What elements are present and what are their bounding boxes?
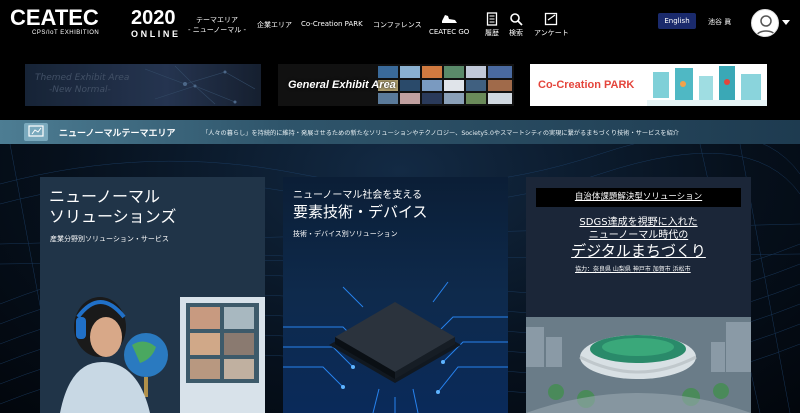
search-icon (510, 13, 523, 26)
nav-cocreation-park[interactable]: Co-Creation PARK (301, 20, 363, 28)
nav-ceatec-go[interactable]: CEATEC GO (429, 12, 469, 36)
nav-history[interactable]: 履歴 (485, 12, 499, 38)
shoe-icon (442, 15, 458, 23)
card1-title: ニューノーマル ソリューションズ (49, 187, 176, 227)
card3-line2: ニューノーマル時代の (588, 230, 689, 241)
nav-theme-area-sub: - ニューノーマル - (187, 26, 247, 34)
logo-online: ONLINE (131, 29, 181, 39)
video-wall-art (378, 66, 512, 104)
nav-theme-area-label: テーマエリア (196, 16, 238, 24)
card2-title-small: ニューノーマル社会を支える (293, 190, 423, 201)
top-header: CEATEC CPS/IoT EXHIBITION 2020 ONLINE テー… (0, 0, 800, 46)
card2-subtitle: 技術・デバイス別ソリューション (293, 230, 398, 238)
logo-text: CEATEC (10, 5, 99, 30)
nav-history-label: 履歴 (485, 29, 499, 37)
nav-ceatec-go-label: CEATEC GO (429, 28, 470, 36)
card3-tag[interactable]: 自治体課題解決型ソリューション (536, 188, 741, 207)
card3-title: デジタルまちづくり (571, 242, 706, 260)
banner-themed-text: Themed Exhibit Area -New Normal- (35, 72, 129, 96)
nav-survey[interactable]: アンケート (534, 12, 569, 38)
nav-companies[interactable]: 企業エリア (257, 20, 292, 30)
card1-title-line2: ソリューションズ (49, 207, 177, 226)
banner-themed-area[interactable]: Themed Exhibit Area -New Normal- (25, 64, 261, 106)
card-new-normal-solutions[interactable]: ニューノーマル ソリューションズ 産業分野別ソリューション・サービス (40, 177, 265, 413)
section-header-bar: ニューノーマルテーマエリア 「人々の暮らし」を持続的に維持・発展させるための新た… (0, 120, 800, 144)
user-icon (755, 15, 777, 36)
card1-subtitle: 産業分野別ソリューション・サービス (50, 235, 169, 243)
card3-cooperation: 協力：奈良県 山梨県 神戸市 加賀市 浜松市 (575, 266, 691, 273)
nav-search[interactable]: 検索 (509, 12, 523, 38)
user-name: 池谷 眞 (708, 18, 732, 26)
banner-cocreation-text: Co-Creation PARK (538, 79, 635, 91)
card-digital-town-planning[interactable]: 自治体課題解決型ソリューション SDGS達成を視野に入れた ニューノーマル時代の… (526, 177, 751, 413)
nav-survey-label: アンケート (534, 29, 569, 37)
logo-year: 2020 (131, 7, 176, 29)
card2-title: 要素技術・デバイス (293, 203, 428, 221)
section-title: ニューノーマルテーマエリア (59, 129, 176, 139)
logo-subtitle: CPS/IoT EXHIBITION (32, 30, 100, 36)
card-elemental-tech-devices[interactable]: ニューノーマル社会を支える 要素技術・デバイス 技術・デバイス別ソリューション (283, 177, 508, 413)
banner-themed-line2: -New Normal- (49, 85, 111, 95)
cocreation-illustration (647, 66, 767, 106)
chevron-down-icon[interactable] (782, 20, 790, 25)
section-description: 「人々の暮らし」を持続的に維持・発展させるための新たなソリューションやテクノロジ… (202, 130, 679, 137)
banner-general-text: General Exhibit Area (288, 79, 396, 91)
ceatec-logo[interactable]: CEATEC CPS/IoT EXHIBITION (10, 5, 100, 37)
nav-search-label: 検索 (509, 29, 523, 37)
survey-icon (545, 12, 558, 26)
avatar[interactable] (751, 9, 779, 37)
nav-theme-area[interactable]: テーマエリア - ニューノーマル - (186, 15, 248, 35)
banner-general-area[interactable]: General Exhibit Area (278, 64, 514, 106)
banner-themed-line1: Themed Exhibit Area (35, 73, 130, 83)
nav-conference[interactable]: コンファレンス (373, 20, 422, 30)
card1-title-line1: ニューノーマル (49, 187, 161, 206)
history-icon (486, 12, 498, 26)
banner-cocreation-park[interactable]: Co-Creation PARK (530, 64, 767, 106)
english-button[interactable]: English (658, 13, 696, 29)
presentation-icon (24, 123, 48, 141)
